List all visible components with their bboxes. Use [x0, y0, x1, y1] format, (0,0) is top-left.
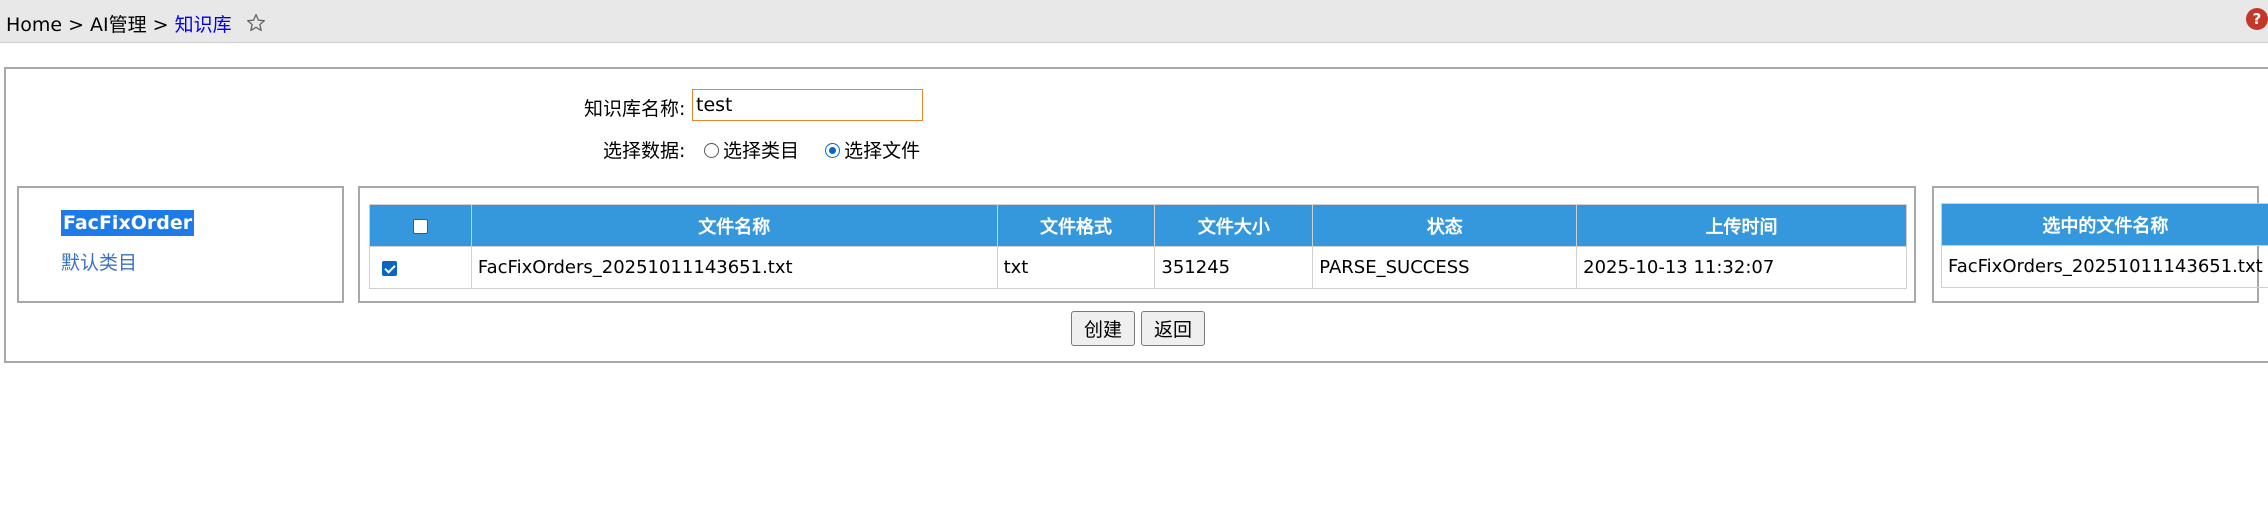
col-header-upload-time[interactable]: 上传时间 [1576, 204, 1907, 247]
file-table: 文件名称 文件格式 文件大小 状态 上传时间 FacFixOrders_2025… [369, 204, 1907, 289]
cell-status: PARSE_SUCCESS [1312, 246, 1578, 289]
radio-category[interactable] [704, 143, 719, 158]
breadcrumb: Home > AI管理 > 知识库 [6, 10, 266, 38]
row-checkbox[interactable] [382, 260, 397, 276]
radio-file-label[interactable]: 选择文件 [844, 140, 920, 162]
table-row: FacFixOrders_20251011143651.txt [1941, 245, 2268, 288]
cell-file-size: 351245 [1154, 246, 1314, 289]
col-header-selected-name: 选中的文件名称 [1941, 203, 2268, 246]
breadcrumb-ai-manage[interactable]: AI管理 [90, 14, 147, 36]
select-all-header [369, 204, 472, 247]
back-button[interactable]: 返回 [1141, 311, 1205, 346]
help-icon[interactable]: ? [2246, 8, 2268, 30]
top-bar: Home > AI管理 > 知识库 ? [0, 0, 2268, 43]
col-header-status[interactable]: 状态 [1312, 204, 1578, 247]
breadcrumb-separator: > [68, 14, 85, 36]
selected-table-header: 选中的文件名称 [1941, 203, 2268, 246]
kb-name-input[interactable] [692, 89, 923, 121]
col-header-size[interactable]: 文件大小 [1154, 204, 1314, 247]
select-all-checkbox[interactable] [412, 218, 428, 234]
row-select-cell [369, 246, 472, 289]
breadcrumb-home[interactable]: Home [6, 14, 62, 36]
create-button[interactable]: 创建 [1071, 311, 1135, 346]
cell-upload-time: 2025-10-13 11:32:07 [1576, 246, 1907, 289]
radio-file[interactable] [825, 143, 841, 158]
star-icon[interactable] [246, 13, 266, 38]
data-source-label: 选择数据: [603, 140, 686, 162]
breadcrumb-current[interactable]: 知识库 [175, 14, 232, 36]
kb-name-label: 知识库名称: [584, 98, 686, 120]
col-header-format[interactable]: 文件格式 [996, 204, 1156, 247]
tree-item-facfixorder[interactable]: FacFixOrder [61, 210, 195, 236]
table-row[interactable]: FacFixOrders_20251011143651.txt txt 3512… [369, 246, 1907, 289]
col-header-name[interactable]: 文件名称 [470, 204, 998, 247]
cell-selected-file-name: FacFixOrders_20251011143651.txt [1941, 245, 2268, 288]
file-table-header: 文件名称 文件格式 文件大小 状态 上传时间 [369, 204, 1907, 247]
selected-files-table: 选中的文件名称 FacFixOrders_20251011143651.txt [1941, 203, 2268, 288]
breadcrumb-separator: > [152, 14, 169, 36]
data-source-radio-group: 选择类目 选择文件 [704, 136, 920, 163]
cell-file-format: txt [996, 246, 1156, 289]
category-tree [17, 186, 344, 303]
radio-category-label[interactable]: 选择类目 [723, 140, 799, 162]
cell-file-name: FacFixOrders_20251011143651.txt [470, 246, 998, 289]
tree-item-default-category[interactable]: 默认类目 [61, 248, 137, 275]
